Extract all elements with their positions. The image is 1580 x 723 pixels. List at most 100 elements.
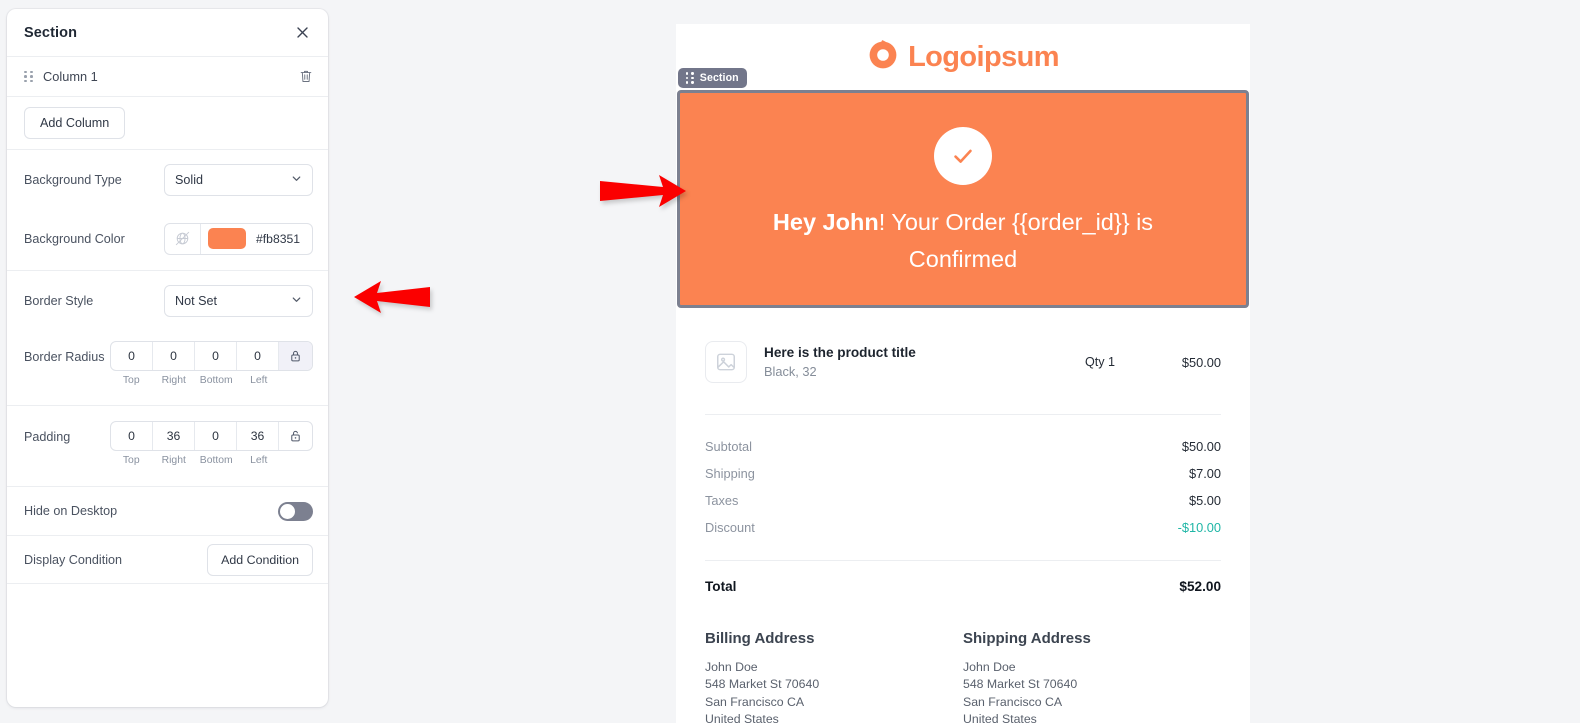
caption-top: Top xyxy=(122,375,140,386)
grand-total-row: Total $52.00 xyxy=(705,561,1221,594)
billing-address-heading: Billing Address xyxy=(705,630,815,647)
border-style-label: Border Style xyxy=(24,293,94,308)
total-line: Subtotal $50.00 xyxy=(705,433,1221,460)
total-line: Shipping $7.00 xyxy=(705,460,1221,487)
border-radius-captions: Top Right Bottom Left xyxy=(110,375,313,386)
border-radius-controls: 0 0 0 0 Top Right Bottom Left xyxy=(110,341,313,386)
border-group: Border Style Not Set Border Radius 0 0 0… xyxy=(7,271,328,394)
shipping-line: United States xyxy=(963,712,1037,723)
product-info: Here is the product title Black, 32 xyxy=(764,345,1055,379)
shipping-line: San Francisco CA xyxy=(963,694,1063,709)
discount-label: Discount xyxy=(705,520,755,535)
product-title: Here is the product title xyxy=(764,345,916,360)
drag-handle-icon[interactable] xyxy=(686,72,694,84)
caption-right: Right xyxy=(161,375,186,386)
product-row: Here is the product title Black, 32 Qty … xyxy=(705,308,1221,415)
caption-bottom: Bottom xyxy=(199,455,233,466)
padding-controls: 0 36 0 36 Top Right Bottom Left xyxy=(110,421,313,466)
hero-headline-rest: ! Your Order {{order_id}} is Confirmed xyxy=(878,209,1154,272)
panel-header: Section xyxy=(7,9,328,57)
email-preview-canvas: Logoipsum Section Hey John! Your Order {… xyxy=(676,24,1250,723)
column-item-left: Column 1 xyxy=(24,69,98,84)
discount-value: -$10.00 xyxy=(1177,520,1221,535)
section-badge-label: Section xyxy=(699,72,739,84)
background-type-select[interactable]: Solid xyxy=(164,163,313,196)
border-radius-row: Border Radius 0 0 0 0 Top Right Bottom L… xyxy=(7,330,328,392)
hide-on-desktop-toggle[interactable] xyxy=(278,501,313,521)
drag-handle-icon[interactable] xyxy=(24,70,33,83)
background-type-row: Background Type Solid xyxy=(7,150,328,209)
padding-right-input[interactable]: 36 xyxy=(153,422,195,450)
page-title: Section xyxy=(24,24,78,41)
color-swatch[interactable] xyxy=(208,228,246,249)
column-item-label: Column 1 xyxy=(43,69,98,84)
caption-left: Left xyxy=(250,375,268,386)
padding-row: Padding 0 36 0 36 Top Right Bottom Left xyxy=(7,406,328,472)
add-column-button[interactable]: Add Column xyxy=(24,107,126,139)
border-style-row: Border Style Not Set xyxy=(7,271,328,330)
shipping-line: 548 Market St 70640 xyxy=(963,677,1078,692)
trash-icon[interactable] xyxy=(299,69,313,84)
hero-greeting: Hey John xyxy=(772,209,879,235)
billing-line: 548 Market St 70640 xyxy=(705,677,820,692)
billing-line: John Doe xyxy=(705,660,758,674)
section-badge[interactable]: Section xyxy=(678,68,747,88)
add-condition-button[interactable]: Add Condition xyxy=(207,543,313,576)
product-qty: Qty 1 xyxy=(1084,355,1116,369)
background-group: Background Type Solid Background Color #… xyxy=(7,150,328,270)
screen: Section Column 1 Add Column Background T… xyxy=(0,0,1580,723)
caption-left: Left xyxy=(250,455,268,466)
total-line: Discount -$10.00 xyxy=(705,514,1221,541)
shipping-line: John Doe xyxy=(963,660,1016,674)
add-column-row: Add Column xyxy=(7,97,328,150)
border-radius-right-input[interactable]: 0 xyxy=(153,342,195,370)
close-icon[interactable] xyxy=(291,22,313,44)
email-logo-bar: Logoipsum xyxy=(676,24,1250,90)
display-condition-label: Display Condition xyxy=(24,552,123,567)
subtotal-value: $50.00 xyxy=(1181,439,1221,454)
background-type-label: Background Type xyxy=(24,172,122,187)
caption-top: Top xyxy=(122,455,140,466)
arrow-pointing-left xyxy=(354,278,430,321)
padding-group: Padding 0 36 0 36 Top Right Bottom Left xyxy=(7,406,328,474)
shipping-label: Shipping xyxy=(705,466,755,481)
total-line: Taxes $5.00 xyxy=(705,487,1221,514)
column-list-item[interactable]: Column 1 xyxy=(7,57,328,97)
section-settings-panel: Section Column 1 Add Column Background T… xyxy=(7,9,328,707)
border-radius-top-input[interactable]: 0 xyxy=(111,342,153,370)
caption-right: Right xyxy=(161,455,186,466)
hero-section-selected[interactable]: Hey John! Your Order {{order_id}} is Con… xyxy=(677,90,1249,308)
padding-left-input[interactable]: 36 xyxy=(237,422,279,450)
padding-top-input[interactable]: 0 xyxy=(111,422,153,450)
subtotal-label: Subtotal xyxy=(705,439,752,454)
padding-bottom-input[interactable]: 0 xyxy=(195,422,237,450)
image-placeholder-icon xyxy=(705,341,747,383)
color-hex-value[interactable]: #fb8351 xyxy=(256,232,300,246)
border-radius-left-input[interactable]: 0 xyxy=(237,342,279,370)
chevron-down-icon xyxy=(290,172,303,188)
no-color-icon[interactable] xyxy=(165,223,201,254)
chevron-down-icon xyxy=(290,293,303,309)
lock-open-icon[interactable] xyxy=(279,422,312,450)
border-style-select[interactable]: Not Set xyxy=(164,284,313,317)
lock-closed-icon[interactable] xyxy=(279,342,312,370)
border-radius-bottom-input[interactable]: 0 xyxy=(195,342,237,370)
billing-address-block: Billing Address John Doe 548 Market St 7… xyxy=(705,630,963,723)
padding-inputs: 0 36 0 36 xyxy=(110,421,313,451)
background-color-field[interactable]: #fb8351 xyxy=(164,222,313,255)
border-radius-inputs: 0 0 0 0 xyxy=(110,341,313,371)
taxes-value: $5.00 xyxy=(1188,493,1221,508)
shipping-address-heading: Shipping Address xyxy=(963,630,1091,647)
billing-line: United States xyxy=(705,712,779,723)
check-icon xyxy=(934,127,992,185)
padding-label: Padding xyxy=(24,430,71,444)
arrow-pointing-right xyxy=(600,172,686,215)
display-condition-row: Display Condition Add Condition xyxy=(7,536,328,584)
background-color-row: Background Color #fb8351 xyxy=(7,209,328,268)
logoipsum-mark-icon xyxy=(867,39,899,76)
addresses-section: Billing Address John Doe 548 Market St 7… xyxy=(705,594,1221,723)
padding-captions: Top Right Bottom Left xyxy=(110,455,313,466)
product-price: $50.00 xyxy=(1181,354,1221,370)
